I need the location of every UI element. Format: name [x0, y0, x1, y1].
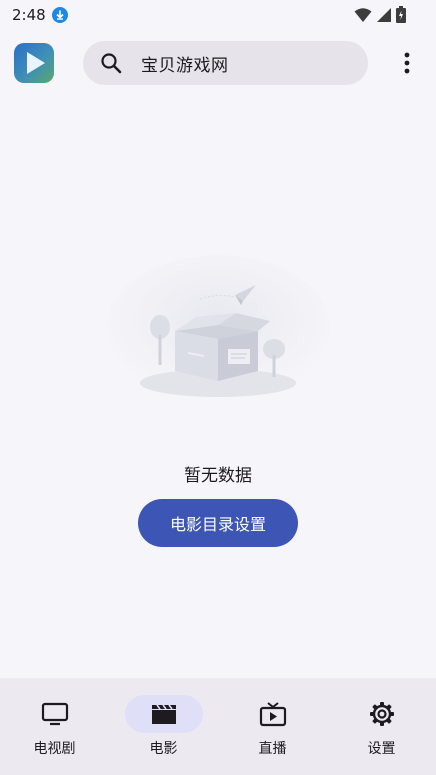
nav-icon-container: [16, 695, 94, 733]
search-query: 宝贝游戏网: [141, 55, 229, 76]
nav-item-movies[interactable]: 电影: [109, 678, 218, 775]
download-icon: [51, 7, 68, 23]
status-time: 2:48: [12, 6, 46, 24]
signal-icon: [377, 7, 391, 22]
movie-directory-settings-button[interactable]: 电影目录设置: [138, 499, 298, 547]
clapperboard-icon: [151, 704, 176, 724]
search-icon: [101, 53, 122, 74]
nav-item-settings[interactable]: 设置: [327, 678, 436, 775]
nav-label-live: 直播: [258, 741, 287, 757]
status-bar: 2:48: [0, 0, 436, 30]
nav-item-live[interactable]: 直播: [218, 678, 327, 775]
nav-label-tv-series: 电视剧: [33, 741, 76, 757]
more-options-icon[interactable]: [396, 50, 418, 76]
nav-item-tv-series[interactable]: 电视剧: [0, 678, 109, 775]
status-icons: [354, 6, 406, 23]
bottom-navigation: 电视剧 电影 直播 设置: [0, 678, 436, 775]
nav-label-settings: 设置: [367, 741, 396, 757]
live-tv-icon: [259, 702, 286, 727]
nav-icon-container: [343, 695, 421, 733]
search-bar[interactable]: 宝贝游戏网: [83, 41, 368, 85]
app-logo-icon[interactable]: [14, 43, 54, 83]
wifi-icon: [354, 7, 372, 22]
top-app-bar: 宝贝游戏网: [0, 38, 436, 90]
gear-icon: [369, 702, 394, 726]
nav-icon-container: [234, 695, 312, 733]
battery-icon: [396, 6, 406, 23]
empty-box-illustration: [106, 255, 330, 399]
empty-state-message: 暂无数据: [184, 466, 252, 486]
nav-label-movies: 电影: [149, 741, 178, 757]
tv-icon: [41, 702, 68, 726]
nav-active-indicator: [124, 695, 203, 733]
